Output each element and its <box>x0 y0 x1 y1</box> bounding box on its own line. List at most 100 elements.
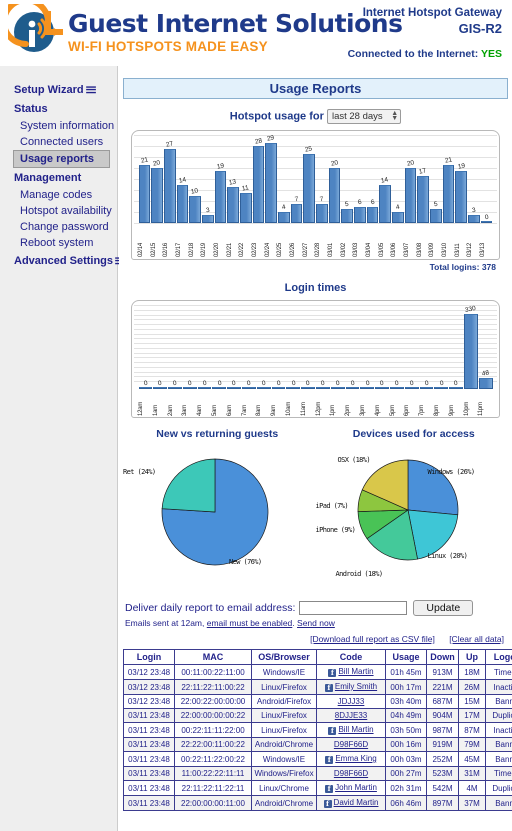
x-axis-tick-label: 02/25 <box>277 242 284 257</box>
facebook-icon: f <box>328 727 337 735</box>
table-cell-login: 03/11 23:48 <box>123 766 175 781</box>
bar <box>252 146 265 223</box>
sidebar-item-hotspot-availability[interactable]: Hotspot availability <box>0 203 117 219</box>
code-link[interactable]: David Martin <box>334 798 379 807</box>
sidebar-heading-setup-wizard[interactable]: Setup Wizard☰ <box>0 80 117 99</box>
page-title: Usage Reports <box>123 78 508 99</box>
x-axis-tick-label: 02/15 <box>150 242 157 257</box>
bar-value-label: 5 <box>433 200 439 209</box>
bar <box>341 209 353 223</box>
bar-value-label: 21 <box>444 156 453 165</box>
facebook-icon: f <box>323 800 332 808</box>
x-axis-tick-label: 6pm <box>404 404 411 416</box>
bar-column: 3 <box>467 135 480 223</box>
bar <box>449 387 464 389</box>
sidebar-item-usage-reports[interactable]: Usage reports <box>13 150 110 168</box>
table-row: 03/12 23:48 22:11:22:11:00:22 Linux/Firefo… <box>123 679 512 695</box>
table-column-header-mac: MAC <box>174 649 252 665</box>
table-cell-up: 17M <box>458 708 486 723</box>
connection-status-label: Connected to the Internet: <box>347 48 479 60</box>
x-axis-tick-label: 4pm <box>374 404 381 416</box>
bar-value-label: 27 <box>165 140 174 149</box>
code-link[interactable]: D98F66D <box>334 769 368 778</box>
pie-svg <box>161 458 269 566</box>
clear-all-data-link[interactable]: [Clear all data] <box>449 634 504 644</box>
usage-x-axis-labels: 02/14 02/15 02/16 02/17 02/18 02/19 02/20 02/21… <box>138 224 493 257</box>
sidebar-item-change-password[interactable]: Change password <box>0 219 117 235</box>
sidebar-item-reboot-system[interactable]: Reboot system <box>0 235 117 251</box>
sidebar-item-manage-codes[interactable]: Manage codes <box>0 187 117 203</box>
x-axis-tick-label: 11pm <box>478 402 485 416</box>
facebook-icon: f <box>324 684 333 692</box>
pie-title: New vs returning guests <box>156 428 279 440</box>
email-note-mid: . <box>292 618 295 628</box>
bar-column: 0 <box>330 307 345 389</box>
table-cell-login: 03/12 23:48 <box>123 679 175 695</box>
code-link[interactable]: 8DJJE33 <box>335 711 367 720</box>
table-header-row: LoginMACOS/BrowserCodeUsageDownUpLogout <box>123 649 512 665</box>
download-csv-link[interactable]: [Download full report as CSV file] <box>310 634 435 644</box>
table-row: 03/11 23:48 22:00:00:00:11:00 Android/Chro… <box>123 795 512 811</box>
update-button[interactable]: Update <box>413 600 474 616</box>
table-cell-os: Linux/Firefox <box>251 722 317 738</box>
bar-value-label: 20 <box>152 159 162 168</box>
bar-column: 0 <box>182 307 197 389</box>
bar-column: 14 <box>176 135 189 223</box>
bar-column: 0 <box>480 135 493 223</box>
sidebar-item-connected-users[interactable]: Connected users <box>0 134 117 150</box>
bar-value-label: 0 <box>335 379 341 388</box>
code-link[interactable]: Emily Smith <box>335 682 377 691</box>
table-column-header-up: Up <box>458 649 486 665</box>
bar-column: 0 <box>345 307 360 389</box>
x-axis-tick-label: 03/05 <box>378 242 385 257</box>
table-row: 03/11 23:48 00:22:11:11:22:00 Linux/Firefo… <box>123 722 512 738</box>
bar-column: 6 <box>366 135 379 223</box>
code-link[interactable]: D98F66D <box>334 740 368 749</box>
x-axis-tick-label: 8am <box>256 404 263 416</box>
x-axis-tick-label: 02/23 <box>252 242 259 257</box>
bar <box>434 387 449 389</box>
bar <box>330 387 345 389</box>
code-link[interactable]: Bill Martin <box>338 667 373 676</box>
table-cell-code: JDJJ33 <box>316 694 386 709</box>
bar-value-label: 0 <box>261 379 267 388</box>
table-cell-code: f John Martin <box>316 780 386 796</box>
table-row: 03/11 23:48 22:11:22:11:22:11 Linux/Chrome… <box>123 780 512 796</box>
x-axis-tick-label: 02/19 <box>201 242 208 257</box>
sidebar-item-system-information[interactable]: System information <box>0 118 117 134</box>
code-link[interactable]: JDJJ33 <box>338 697 365 706</box>
code-link[interactable]: John Martin <box>335 783 377 792</box>
table-cell-mac: 22:11:22:11:22:11 <box>174 780 252 796</box>
table-column-header-login: Login <box>123 649 175 665</box>
devices-pie-chart: Windows (26%) Linux (20%) Android (18%) iPh… <box>316 440 512 590</box>
bar-value-label: 14 <box>178 175 187 185</box>
x-axis-tick-label: 02/14 <box>138 242 144 257</box>
x-axis-tick-label: 7am <box>241 404 248 416</box>
x-axis-tick-label: 03/10 <box>442 242 449 257</box>
bar-value-label: 19 <box>456 162 466 171</box>
email-address-input[interactable] <box>299 601 408 615</box>
table-cell-os: Linux/Chrome <box>251 780 317 796</box>
bar-column: 0 <box>316 307 330 389</box>
code-link[interactable]: Emma King <box>335 754 376 763</box>
bar-column: 14 <box>379 135 391 223</box>
gridline <box>134 305 497 306</box>
bar-value-label: 19 <box>216 162 225 171</box>
bar-column: 0 <box>449 307 464 389</box>
bar <box>151 168 163 223</box>
x-axis-tick-label: 03/03 <box>353 242 360 257</box>
pie-charts-row: New vs returning guests New (76%) Ret (24… <box>119 428 512 596</box>
pie-title: Devices used for access <box>352 428 475 440</box>
pie-slice-label: iPad (7%) <box>315 502 349 510</box>
table-cell-logout: Banned <box>485 795 512 811</box>
bar-column: 0 <box>256 307 271 389</box>
code-link[interactable]: Bill Martin <box>338 725 373 734</box>
date-range-select[interactable]: last 28 days ▲ ▼ <box>326 109 402 124</box>
email-must-be-enabled-link[interactable]: email must be enabled <box>207 618 293 628</box>
connection-status-value: YES <box>480 48 502 60</box>
table-cell-os: Android/Chrome <box>251 737 317 752</box>
sidebar-item-label: Reboot system <box>20 237 94 249</box>
sidebar-heading-advanced-settings[interactable]: Advanced Settings☰ <box>0 251 126 270</box>
bar-column: 10 <box>189 135 201 223</box>
send-now-link[interactable]: Send now <box>297 618 335 628</box>
